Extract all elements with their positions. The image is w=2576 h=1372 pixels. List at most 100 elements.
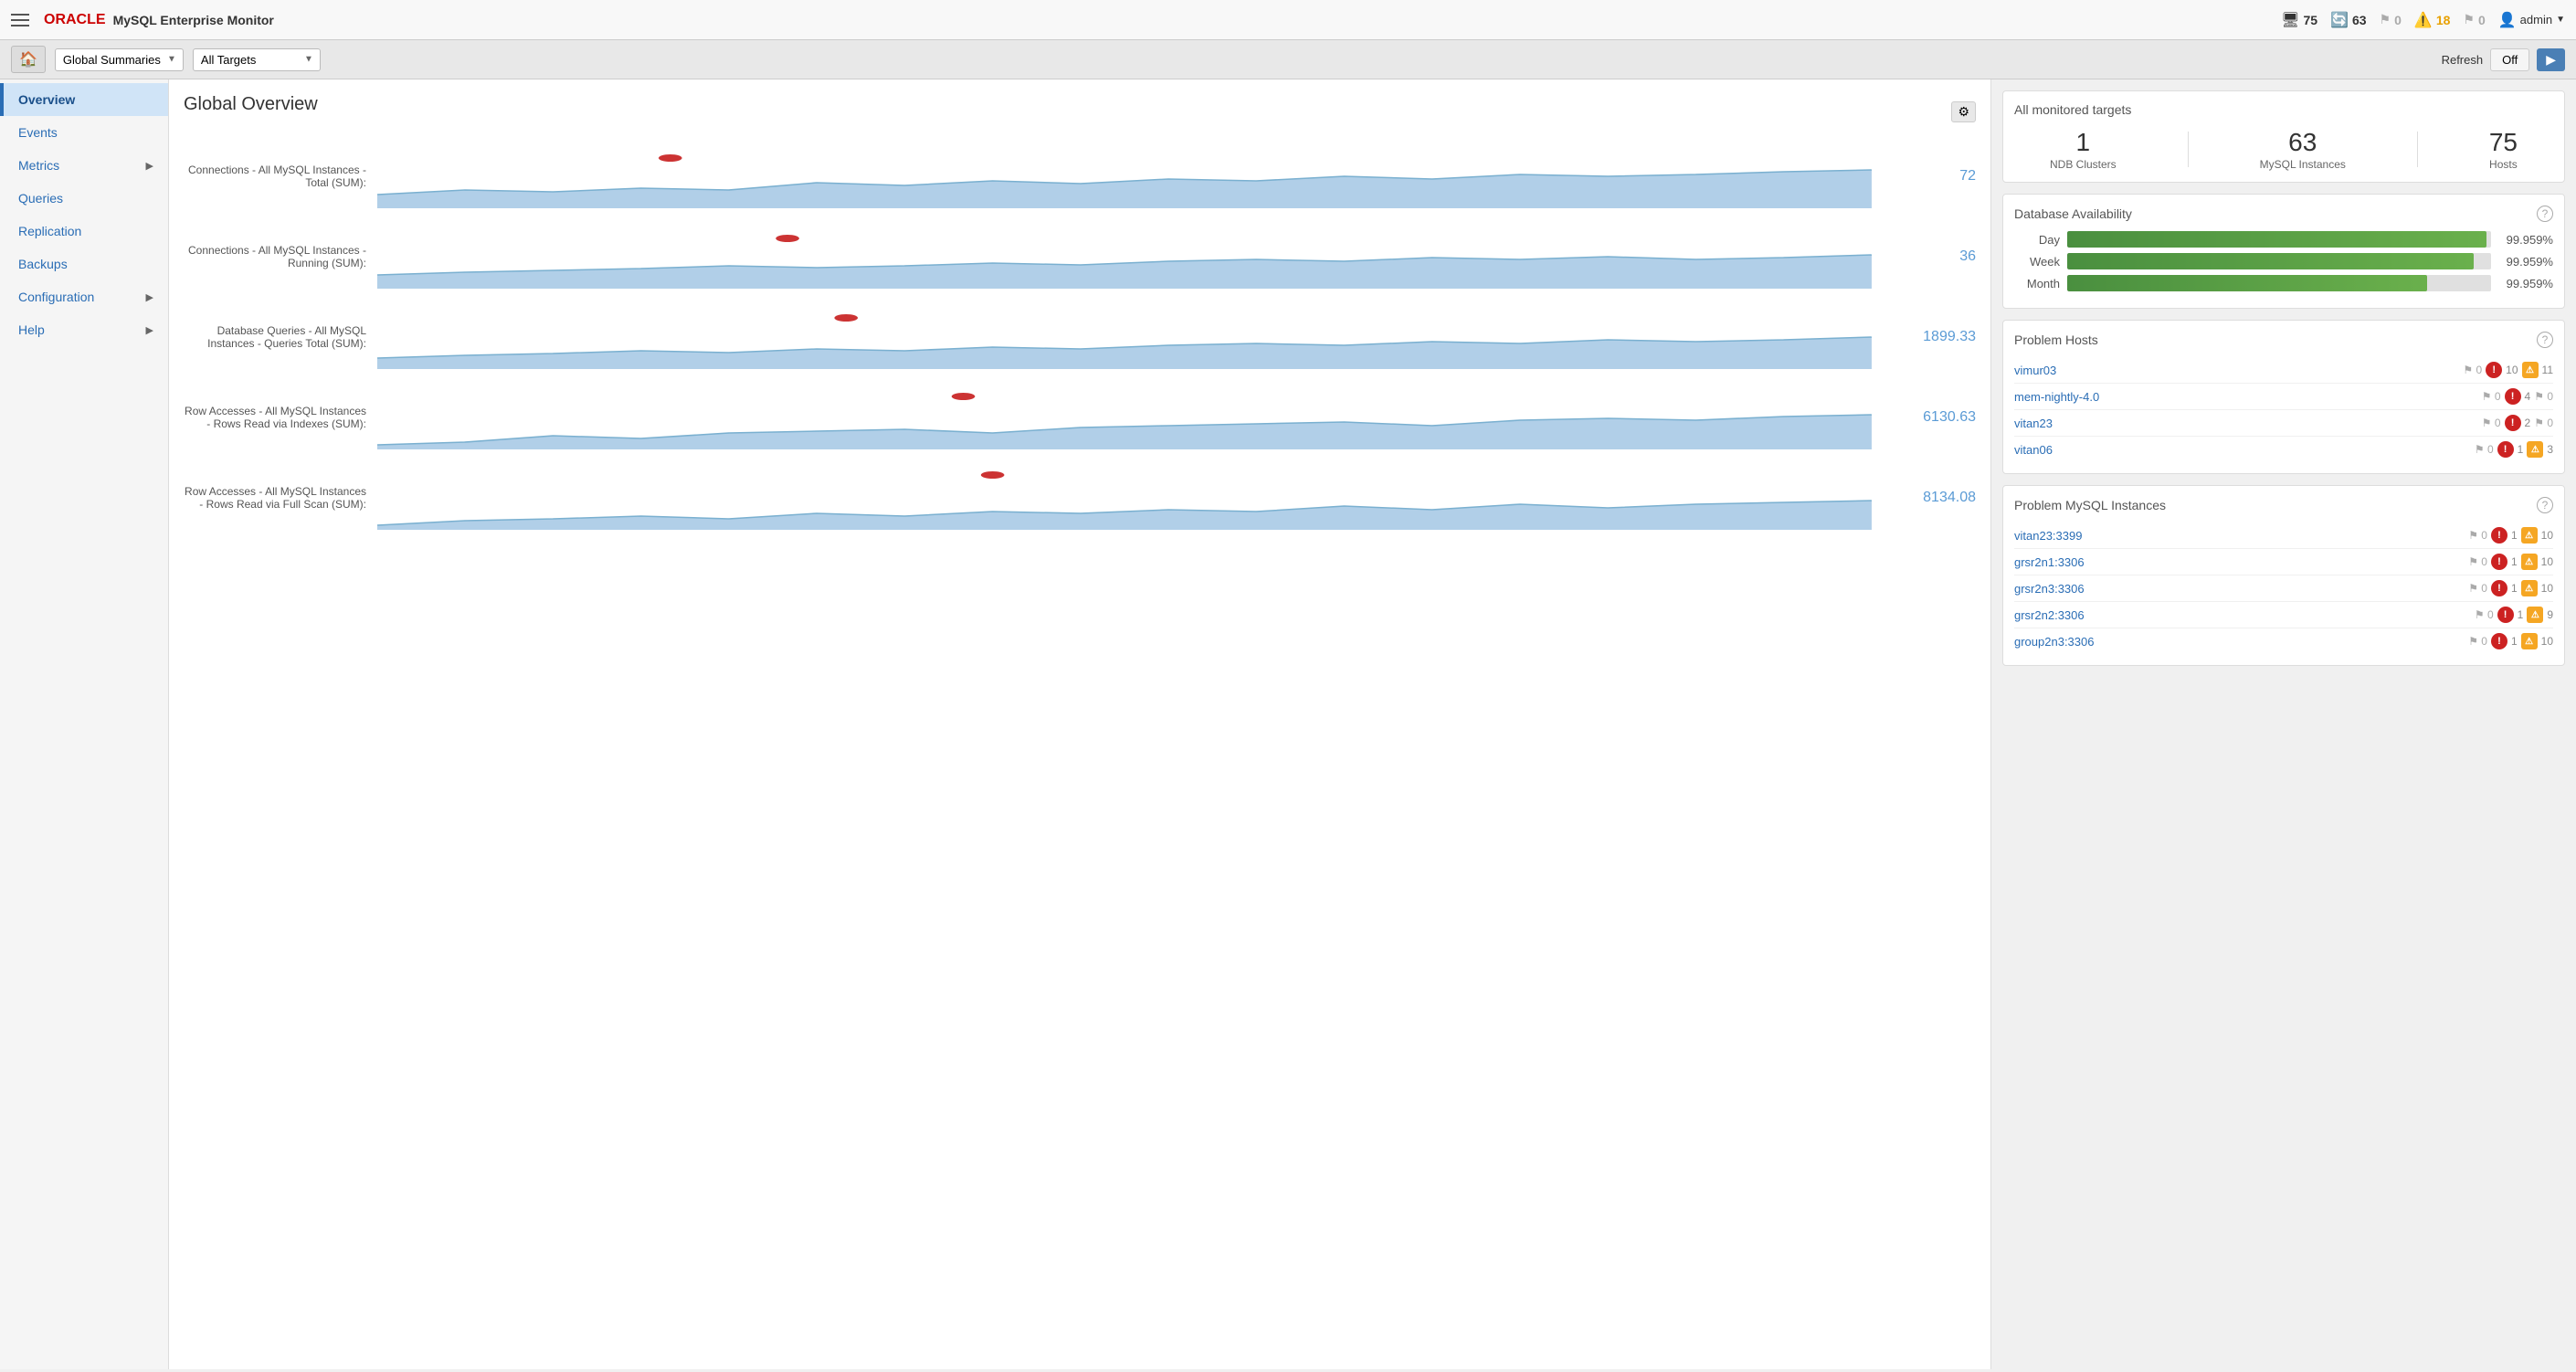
- home-button[interactable]: 🏠: [11, 46, 46, 73]
- play-button[interactable]: ▶: [2537, 48, 2565, 71]
- ndb-label: NDB Clusters: [2050, 158, 2117, 171]
- mysql-label: MySQL Instances: [2260, 158, 2346, 171]
- problem-critical-count: 1: [2518, 443, 2524, 456]
- problem-name[interactable]: mem-nightly-4.0: [2014, 390, 2482, 404]
- mysql-count: 63: [2260, 128, 2346, 157]
- problem-name[interactable]: group2n3:3306: [2014, 635, 2468, 649]
- chart-value-2: 1899.33: [1912, 329, 1976, 345]
- problem-name[interactable]: grsr2n1:3306: [2014, 555, 2468, 569]
- problem-critical-badge: !: [2486, 362, 2502, 378]
- problem-warning-badge: ⚠: [2527, 441, 2543, 458]
- sidebar-item-help[interactable]: Help ▶: [0, 313, 168, 346]
- global-summaries-select[interactable]: Global Summaries: [55, 48, 184, 71]
- problem-name[interactable]: vitan06: [2014, 443, 2475, 457]
- chart-value-4: 8134.08: [1912, 490, 1976, 506]
- problem-name[interactable]: vimur03: [2014, 364, 2463, 377]
- grey2-count: 0: [2478, 13, 2486, 27]
- problem-warning-badge: ⚠: [2527, 607, 2543, 623]
- problem-row: grsr2n2:3306 ⚑ 0 ! 1 ⚠9: [2014, 602, 2553, 628]
- problem-warning-badge: ⚠: [2521, 633, 2538, 649]
- problem-row: grsr2n3:3306 ⚑ 0 ! 1 ⚠10: [2014, 575, 2553, 602]
- problem-warning-badge: ⚠: [2521, 580, 2538, 596]
- charts-container: Connections - All MySQL Instances - Tota…: [184, 144, 1976, 530]
- gear-button[interactable]: ⚙: [1951, 101, 1976, 122]
- problem-hosts-help-icon[interactable]: ?: [2537, 332, 2553, 348]
- problem-warning-count: 9: [2547, 608, 2553, 621]
- availability-percent-0: 99.959%: [2498, 233, 2553, 247]
- summary-stats: 1 NDB Clusters 63 MySQL Instances 75 Hos…: [2014, 128, 2553, 171]
- problem-name[interactable]: vitan23:3399: [2014, 529, 2468, 543]
- sidebar-item-events[interactable]: Events: [0, 116, 168, 149]
- chart-label-2: Database Queries - All MySQL Instances -…: [184, 324, 366, 350]
- availability-card: Database Availability ? Day99.959%Week99…: [2002, 194, 2565, 309]
- problem-warning-count: 10: [2541, 529, 2553, 542]
- admin-label: admin: [2520, 13, 2552, 26]
- chart-row-3: Row Accesses - All MySQL Instances - Row…: [184, 385, 1976, 449]
- availability-help-icon[interactable]: ?: [2537, 206, 2553, 222]
- all-targets-select[interactable]: All Targets: [193, 48, 321, 71]
- problem-badges: ⚑ 0 ! 1 ⚠9: [2475, 607, 2553, 623]
- sidebar-item-replication[interactable]: Replication: [0, 215, 168, 248]
- problem-warning-badge: ⚠: [2521, 527, 2538, 544]
- problem-badges: ⚑ 0 ! 1 ⚠10: [2468, 554, 2553, 570]
- availability-percent-2: 99.959%: [2498, 277, 2553, 290]
- sidebar-item-backups[interactable]: Backups: [0, 248, 168, 280]
- problem-warning-count: 10: [2541, 582, 2553, 595]
- problem-name[interactable]: vitan23: [2014, 417, 2482, 430]
- problem-critical-badge: !: [2491, 633, 2507, 649]
- refresh-section: Refresh Off ▶: [2442, 48, 2565, 71]
- admin-menu[interactable]: 👤 admin ▼: [2498, 11, 2565, 29]
- refresh-select[interactable]: Off: [2490, 48, 2529, 71]
- global-summaries-wrapper: Global Summaries: [55, 48, 184, 71]
- sidebar: Overview Events Metrics ▶ Queries Replic…: [0, 79, 169, 1369]
- problem-name[interactable]: grsr2n3:3306: [2014, 582, 2468, 596]
- sidebar-label-events: Events: [18, 125, 58, 140]
- availability-bars: Day99.959%Week99.959%Month99.959%: [2014, 231, 2553, 291]
- sidebar-label-help: Help: [18, 322, 45, 337]
- app-name: MySQL Enterprise Monitor: [113, 13, 274, 27]
- problem-row: vitan23 ⚑ 0 ! 2 ⚑ 0: [2014, 410, 2553, 437]
- topbar-right: 🖥 75 🔄 63 ⚑ 0 ⚠️ 18 ⚑ 0 👤 admin ▼: [2281, 11, 2565, 29]
- toolbar: 🏠 Global Summaries All Targets Refresh O…: [0, 40, 2576, 79]
- refresh-label: Refresh: [2442, 53, 2484, 67]
- problem-warning-badge: ⚠: [2522, 362, 2539, 378]
- problem-critical-count: 1: [2511, 529, 2518, 542]
- grey2-badge: ⚑ 0: [2463, 12, 2485, 27]
- problem-warning-badge: ⚠: [2521, 554, 2538, 570]
- problem-mysql-list: vitan23:3399 ⚑ 0 ! 1 ⚠10 grsr2n1:3306 ⚑ …: [2014, 522, 2553, 654]
- sidebar-item-configuration[interactable]: Configuration ▶: [0, 280, 168, 313]
- chart-value-0: 72: [1912, 168, 1976, 185]
- problem-row: mem-nightly-4.0 ⚑ 0 ! 4 ⚑ 0: [2014, 384, 2553, 410]
- problem-critical-badge: !: [2505, 388, 2521, 405]
- problem-critical-count: 1: [2511, 555, 2518, 568]
- stat-divider-1: [2188, 132, 2189, 167]
- chart-area-2: [377, 305, 1901, 369]
- agent-badge: 🔄 63: [2330, 11, 2367, 29]
- chart-row-4: Row Accesses - All MySQL Instances - Row…: [184, 466, 1976, 530]
- problem-badges: ⚑ 0 ! 10 ⚠11: [2463, 362, 2553, 378]
- availability-bar-2: [2067, 275, 2491, 291]
- problem-critical-badge: !: [2505, 415, 2521, 431]
- hamburger-menu[interactable]: [11, 14, 29, 26]
- ndb-clusters-stat: 1 NDB Clusters: [2050, 128, 2117, 171]
- sidebar-item-metrics[interactable]: Metrics ▶: [0, 149, 168, 182]
- availability-title: Database Availability: [2014, 206, 2132, 221]
- problem-mysql-help-icon[interactable]: ?: [2537, 497, 2553, 513]
- availability-row-2: Month99.959%: [2014, 275, 2553, 291]
- metrics-arrow-icon: ▶: [146, 160, 153, 172]
- page-title: Global Overview: [184, 94, 318, 115]
- monitored-targets-card: All monitored targets 1 NDB Clusters 63 …: [2002, 90, 2565, 183]
- sidebar-item-overview[interactable]: Overview: [0, 83, 168, 116]
- problem-grey-icon: ⚑ 0: [2468, 529, 2487, 542]
- chart-value-1: 36: [1912, 248, 1976, 265]
- chart-label-4: Row Accesses - All MySQL Instances - Row…: [184, 485, 366, 511]
- sidebar-item-queries[interactable]: Queries: [0, 182, 168, 215]
- availability-period-1: Week: [2014, 255, 2060, 269]
- chart-area-1: [377, 225, 1901, 289]
- stat-divider-2: [2417, 132, 2418, 167]
- problem-warning-count: 10: [2541, 555, 2553, 568]
- problem-name[interactable]: grsr2n2:3306: [2014, 608, 2475, 622]
- problem-badges: ⚑ 0 ! 2 ⚑ 0: [2482, 415, 2553, 431]
- problem-badges: ⚑ 0 ! 1 ⚠10: [2468, 580, 2553, 596]
- problem-grey-icon: ⚑ 0: [2475, 443, 2494, 456]
